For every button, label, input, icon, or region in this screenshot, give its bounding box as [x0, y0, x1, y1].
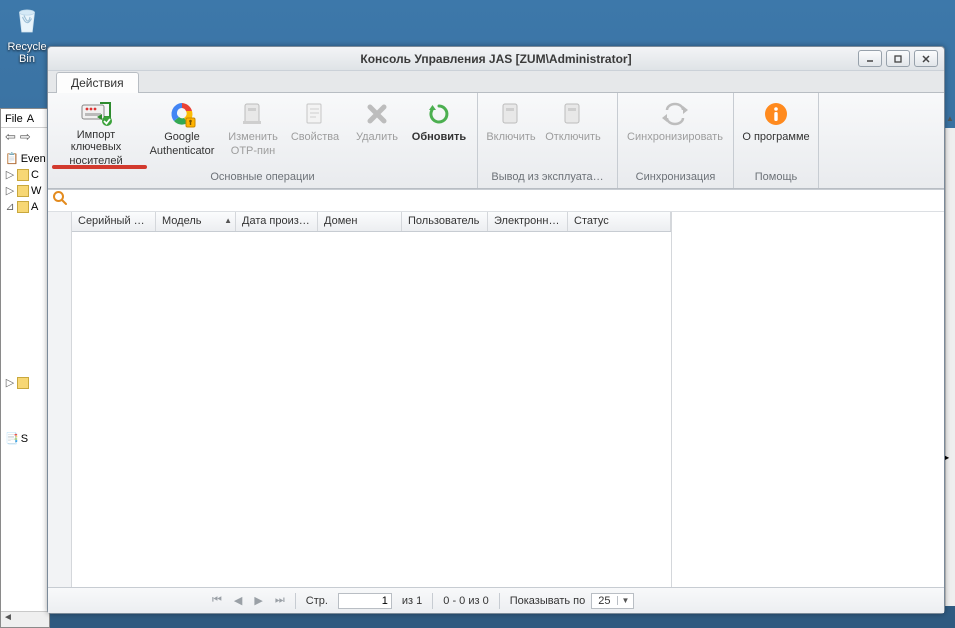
tab-actions[interactable]: Действия	[56, 72, 139, 93]
grid-header: Серийный но… Модель▲ Дата произв… Домен …	[72, 212, 671, 232]
col-serial[interactable]: Серийный но…	[72, 212, 156, 231]
pager-per-value: 25	[592, 595, 616, 607]
forward-icon[interactable]: ⇨	[20, 129, 31, 145]
tree-a[interactable]: A	[31, 199, 38, 215]
props-label: Свойства	[291, 131, 339, 143]
group-help-label: Помощь	[736, 169, 816, 186]
row-number-gutter	[48, 212, 72, 587]
col-mfg[interactable]: Дата произв…	[236, 212, 318, 231]
refresh-label: Обновить	[412, 131, 466, 143]
pager-page-input[interactable]	[338, 593, 392, 609]
about-button[interactable]: О программе	[736, 97, 816, 167]
group-sync-label: Синхронизация	[620, 169, 731, 186]
col-user[interactable]: Пользователь	[402, 212, 488, 231]
jas-window: Консоль Управления JAS [ZUM\Administrato…	[47, 46, 945, 614]
pager-of-label: из 1	[402, 595, 422, 607]
sort-asc-icon: ▲	[224, 216, 232, 225]
otp-label-1: Изменить	[228, 131, 278, 143]
window-title: Консоль Управления JAS [ZUM\Administrato…	[360, 52, 631, 66]
folder-icon	[17, 201, 29, 213]
refresh-icon	[423, 99, 455, 129]
folder-icon	[17, 185, 29, 197]
col-email[interactable]: Электронна…	[488, 212, 568, 231]
col-status[interactable]: Статус	[568, 212, 671, 231]
minimize-button[interactable]	[858, 50, 882, 67]
change-otp-button[interactable]: Изменить OTP-пин	[222, 97, 284, 167]
col-model[interactable]: Модель▲	[156, 212, 236, 231]
refresh-button[interactable]: Обновить	[408, 97, 470, 167]
sync-icon	[659, 99, 691, 129]
import-keys-icon	[80, 99, 112, 127]
disable-label: Отключить	[545, 131, 601, 143]
import-keys-button[interactable]: Импорт ключевых носителей	[50, 97, 142, 167]
enable-icon	[495, 99, 527, 129]
search-icon	[52, 190, 68, 211]
search-row	[48, 190, 944, 212]
pager-last-icon[interactable]: ⏭	[275, 594, 285, 607]
scroll-track[interactable]	[945, 128, 955, 606]
separator	[295, 593, 296, 609]
google-authenticator-button[interactable]: Google Authenticator	[142, 97, 222, 167]
enable-label: Включить	[486, 131, 535, 143]
folder-icon	[17, 377, 29, 389]
delete-button[interactable]: Удалить	[346, 97, 408, 167]
folder-icon	[17, 169, 29, 181]
search-input[interactable]	[72, 192, 944, 210]
background-scrollbar[interactable]	[1, 611, 49, 627]
underwin-menu-file[interactable]: File	[5, 113, 23, 125]
pager-first-icon[interactable]: ⏮	[212, 594, 222, 607]
otp-label-2: OTP-пин	[231, 145, 275, 157]
delete-label: Удалить	[356, 131, 398, 143]
group-main-label: Основные операции	[50, 169, 475, 186]
ribbon-tabstrip: Действия	[48, 71, 944, 93]
separator	[499, 593, 500, 609]
subscriptions-icon: 📑	[5, 431, 19, 447]
recycle-bin-icon	[9, 2, 45, 38]
pager-per-label: Показывать по	[510, 595, 586, 607]
separator	[432, 593, 433, 609]
gauth-label-2: Authenticator	[150, 145, 215, 157]
import-keys-label-1: Импорт ключевых	[52, 129, 140, 153]
pager-page-label: Стр.	[306, 595, 328, 607]
pager-per-select[interactable]: 25 ▼	[591, 593, 634, 609]
info-icon	[760, 99, 792, 129]
delete-icon	[361, 99, 393, 129]
pager-next-icon[interactable]: ▶	[254, 594, 262, 607]
background-tree[interactable]: 📋Even ▷C ▷W ⊿A ▷ 📑S	[1, 149, 49, 449]
data-grid[interactable]: Серийный но… Модель▲ Дата произв… Домен …	[72, 212, 672, 587]
pager-prev-icon[interactable]: ◀	[234, 594, 242, 607]
properties-button[interactable]: Свойства	[284, 97, 346, 167]
pager-range: 0 - 0 из 0	[443, 595, 488, 607]
group-exploit-label: Вывод из эксплуата…	[480, 169, 615, 186]
recycle-bin[interactable]: Recycle Bin	[4, 2, 50, 65]
tree-c[interactable]: C	[31, 167, 39, 183]
tree-w[interactable]: W	[31, 183, 41, 199]
sync-button[interactable]: Синхронизировать	[620, 97, 730, 167]
col-domain[interactable]: Домен	[318, 212, 402, 231]
token-icon	[237, 99, 269, 129]
properties-icon	[299, 99, 331, 129]
recycle-bin-label: Recycle Bin	[4, 41, 50, 65]
back-icon[interactable]: ⇦	[5, 129, 16, 145]
gauth-label-1: Google	[164, 131, 199, 143]
enable-button[interactable]: Включить	[480, 97, 542, 167]
pager: ⏮ ◀ ▶ ⏭ Стр. из 1 0 - 0 из 0 Показывать …	[48, 587, 944, 613]
about-label: О программе	[742, 131, 809, 143]
chevron-down-icon: ▼	[617, 596, 634, 605]
disable-icon	[557, 99, 589, 129]
grid-right-gutter	[672, 212, 928, 587]
background-window: File A ⇦ ⇨ 📋Even ▷C ▷W ⊿A ▷ 📑S	[0, 108, 50, 628]
tree-root[interactable]: Even	[21, 151, 46, 167]
close-button[interactable]	[914, 50, 938, 67]
maximize-button[interactable]	[886, 50, 910, 67]
grid-body	[72, 232, 671, 587]
underwin-menu-more[interactable]: A	[27, 113, 34, 125]
sync-label: Синхронизировать	[627, 131, 723, 143]
tree-s[interactable]: S	[21, 431, 28, 447]
titlebar[interactable]: Консоль Управления JAS [ZUM\Administrato…	[48, 47, 944, 71]
event-viewer-icon: 📋	[5, 151, 19, 167]
google-auth-icon	[166, 99, 198, 129]
disable-button[interactable]: Отключить	[542, 97, 604, 167]
ribbon: Импорт ключевых носителей Google Authent…	[48, 93, 944, 189]
